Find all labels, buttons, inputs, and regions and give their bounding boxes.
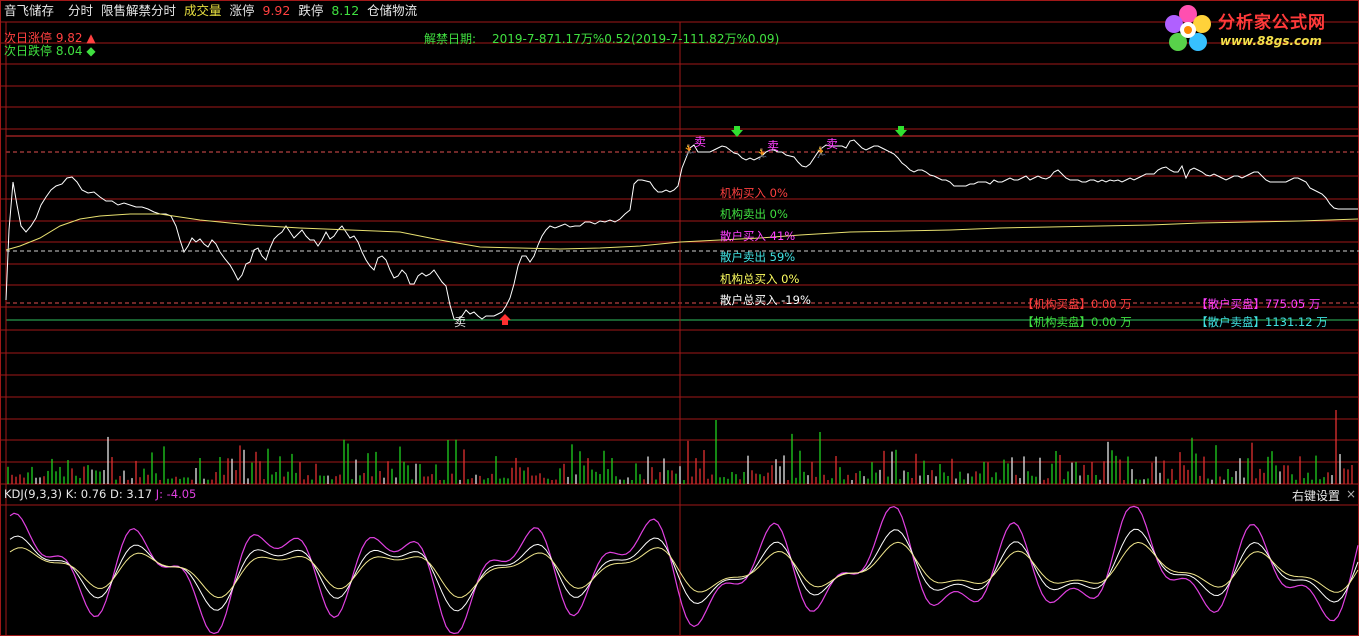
mode-label[interactable]: 分时 (68, 3, 93, 18)
ratio-retail-buy: 散户买入 41% (720, 228, 796, 243)
sell-signal-label: 卖 (767, 139, 779, 153)
next-day-limit-down: 次日跌停 8.04 ◆ (4, 44, 96, 58)
kdj-d-value: D: 3.17 (110, 487, 153, 501)
kdj-legend: KDJ(9,3,3) K: 0.76 D: 3.17 J: -4.05 (4, 487, 196, 501)
down-arrow-icon (895, 126, 907, 137)
runner-icon: 🏃 (814, 146, 828, 159)
title-bar: 音飞储存 分时 限售解禁分时 成交量 涨停 9.92 跌停 8.12 仓储物流 (4, 3, 421, 19)
timeshare-chart[interactable]: 卖🏃 卖🏃卖🏃卖 (0, 0, 1359, 636)
ratio-inst-sell: 机构卖出 0% (720, 207, 788, 222)
sector-label[interactable]: 仓储物流 (367, 3, 417, 18)
inst-buy-order: 【机构买盘】0.00 万 (1022, 297, 1132, 311)
unlock-date-value: 2019-7-871.17万%0.52(2019-7-111.82万%0.09) (492, 32, 780, 46)
retail-buy-order: 【散户买盘】775.05 万 (1196, 297, 1321, 311)
kdj-j-value: J: -4.05 (155, 487, 197, 501)
kdj-j-line (9, 505, 1359, 635)
sell-signal-label: 卖 (826, 137, 838, 151)
ratio-panel: 机构买入 0% 机构卖出 0% 散户买入 41% 散户卖出 59% 机构总买入 … (720, 185, 811, 313)
kdj-label[interactable]: KDJ(9,3,3) (4, 487, 62, 501)
logo-url: www.88gs.com (1220, 34, 1322, 48)
ratio-inst-total-buy: 机构总买入 0% (720, 271, 800, 286)
inst-sell-order: 【机构卖盘】0.00 万 (1022, 315, 1132, 329)
ratio-inst-buy: 机构买入 0% (720, 186, 788, 200)
limit-up-value: 9.92 (262, 3, 291, 18)
ratio-retail-total-buy: 散户总买入 -19% (720, 292, 811, 307)
indicator-name[interactable]: 限售解禁分时 (101, 3, 176, 18)
unlock-date-label: 解禁日期: (424, 32, 477, 46)
down-arrow-icon (731, 126, 743, 137)
stock-name[interactable]: 音飞储存 (4, 3, 54, 18)
retail-sell-order: 【散户卖盘】1131.12 万 (1196, 315, 1328, 329)
close-icon[interactable]: × (1346, 487, 1356, 501)
kdj-k-line (9, 528, 1359, 612)
site-logo: 分析家公式网 www.88gs.com (1160, 2, 1356, 58)
sell-signal-label: 卖 (694, 135, 706, 149)
limit-up-label: 涨停 (229, 3, 255, 18)
flower-logo-icon (1165, 5, 1211, 51)
price-line (5, 139, 1358, 321)
runner-icon: 🏃 (682, 144, 696, 157)
volume-label: 成交量 (184, 3, 222, 18)
ratio-retail-sell: 散户卖出 59% (720, 250, 796, 265)
sell-signal-label: 卖 (454, 315, 466, 329)
logo-title: 分析家公式网 (1218, 13, 1326, 33)
limit-down-value: 8.12 (331, 3, 360, 18)
runner-icon: 🏃 (755, 148, 769, 161)
right-click-settings[interactable]: 右键设置 (1292, 487, 1340, 504)
up-arrow-icon (499, 314, 511, 325)
kdj-k-value: K: 0.76 (65, 487, 107, 501)
limit-down-label: 跌停 (298, 3, 324, 18)
